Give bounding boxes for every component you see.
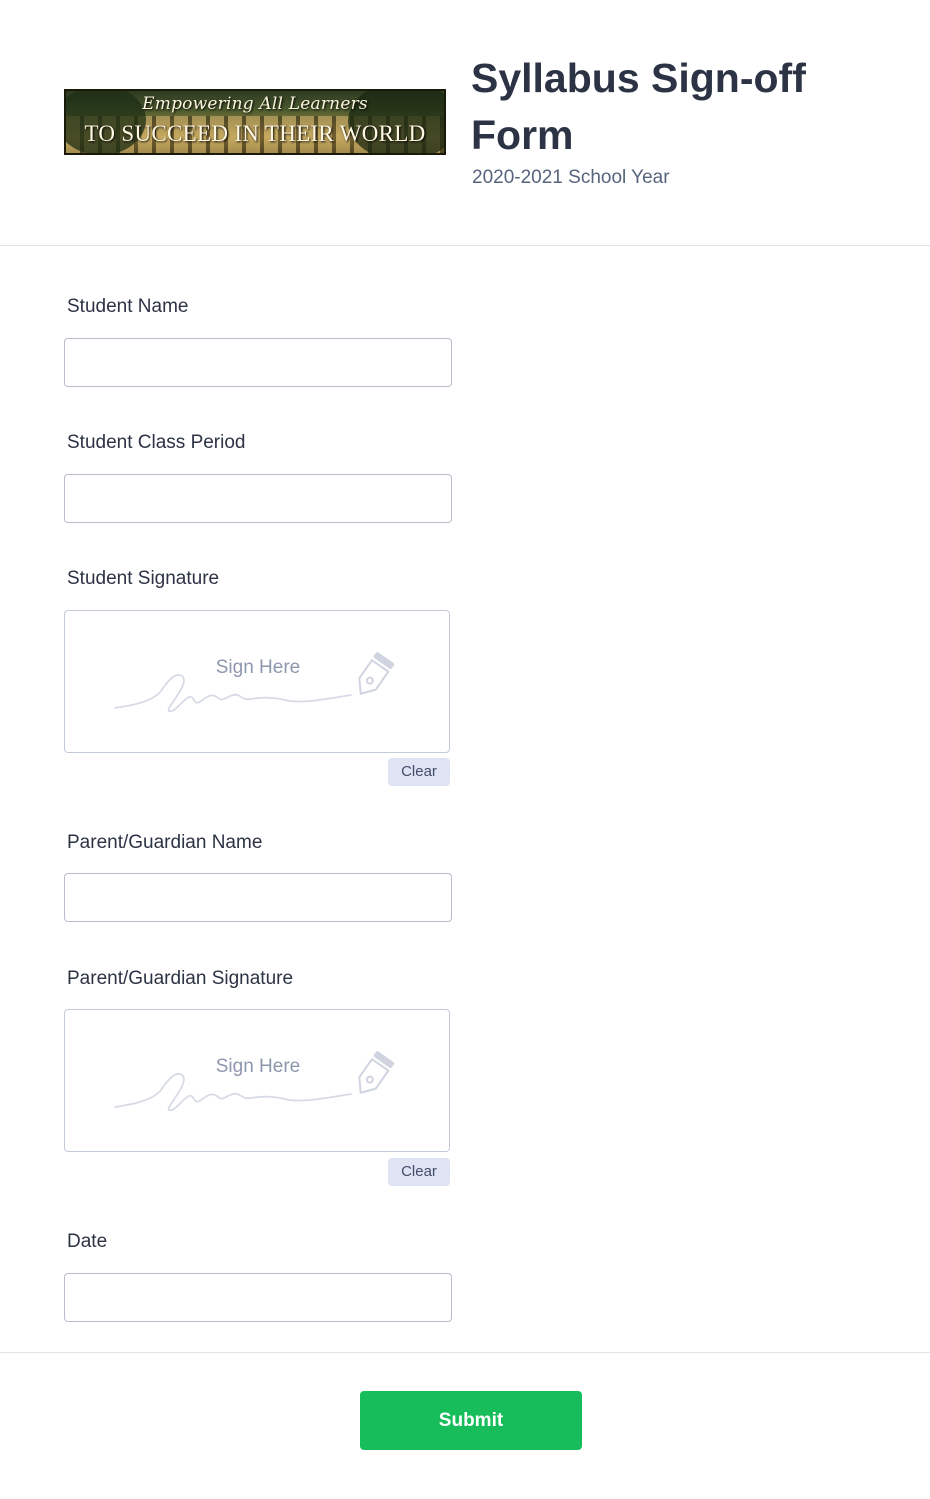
class-period-input[interactable] — [64, 474, 452, 523]
student-name-label: Student Name — [67, 296, 189, 317]
banner-tagline-bottom: TO SUCCEED IN THEIR WORLD — [84, 121, 426, 146]
student-signature-clear-button[interactable]: Clear — [388, 758, 450, 786]
parent-name-label: Parent/Guardian Name — [67, 832, 263, 853]
form-header: Empowering All Learners TO SUCCEED IN TH… — [0, 0, 930, 246]
parent-signature-clear-button[interactable]: Clear — [388, 1158, 450, 1186]
school-banner-image: Empowering All Learners TO SUCCEED IN TH… — [64, 89, 446, 155]
date-label: Date — [67, 1231, 108, 1252]
class-period-label: Student Class Period — [67, 432, 246, 453]
student-name-input[interactable] — [64, 338, 452, 387]
banner-tagline-top: Empowering All Learners — [142, 94, 368, 114]
student-signature-pad[interactable]: Sign Here — [64, 610, 450, 753]
submit-button[interactable]: Submit — [360, 1391, 582, 1450]
parent-name-input[interactable] — [64, 873, 452, 922]
parent-signature-label: Parent/Guardian Signature — [67, 968, 294, 989]
form-title: Syllabus Sign-off Form — [471, 55, 806, 158]
form-footer: Submit — [0, 1352, 930, 1499]
form-subtitle: 2020-2021 School Year — [472, 167, 670, 188]
parent-signature-pad[interactable]: Sign Here — [64, 1009, 450, 1152]
date-input[interactable] — [64, 1273, 452, 1322]
student-signature-label: Student Signature — [67, 568, 220, 589]
pen-nib-icon — [358, 1051, 395, 1094]
pen-nib-icon — [358, 652, 395, 695]
